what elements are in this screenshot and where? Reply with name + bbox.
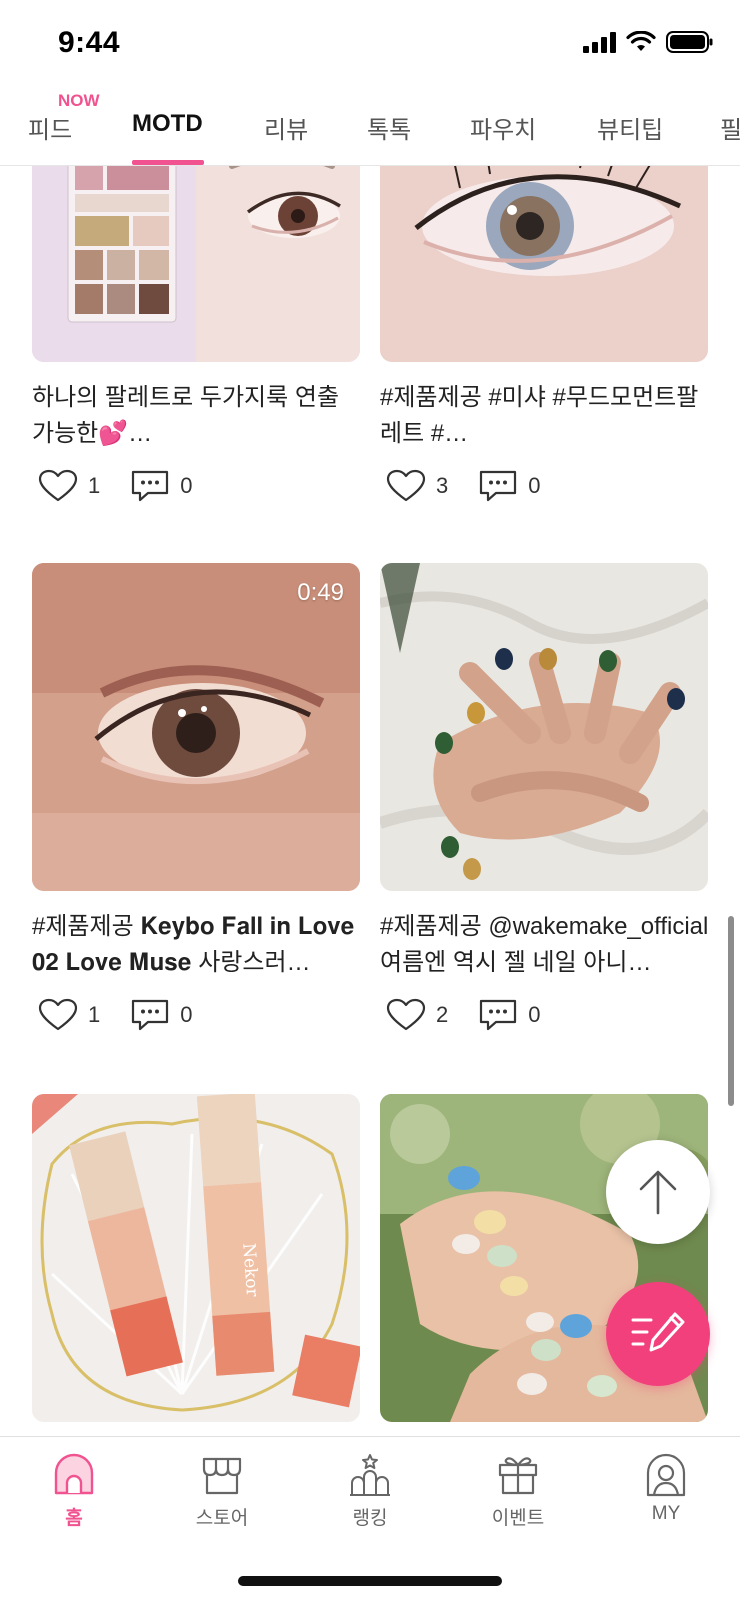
post-caption[interactable]: 하나의 팔레트로 두가지룩 연출 가능한💕…	[32, 380, 362, 452]
comment-icon	[480, 470, 517, 502]
heart-icon	[386, 469, 426, 502]
comment-icon	[132, 999, 169, 1031]
post-caption[interactable]: #제품제공 𝐊𝐞𝐲𝐛𝐨 𝐅𝐚𝐥𝐥 𝐢𝐧 𝐋𝐨𝐯𝐞 𝟎𝟐 𝐋𝐨𝐯𝐞 𝐌𝐮𝐬𝐞 사랑…	[32, 909, 362, 981]
tab-feed[interactable]: 피드	[28, 110, 72, 145]
heart-icon	[386, 998, 426, 1031]
comment-count: 0	[528, 473, 541, 498]
tab-review[interactable]: 리뷰	[264, 110, 308, 145]
status-time: 9:44	[58, 26, 121, 59]
comment-button[interactable]: 0	[130, 469, 193, 503]
home-icon	[54, 1453, 94, 1495]
store-icon	[202, 1457, 242, 1495]
comment-button[interactable]: 0	[130, 998, 193, 1032]
status-bar: 9:44	[0, 0, 740, 88]
arrow-up-icon	[639, 1170, 677, 1215]
post-stats: 1 0	[38, 466, 193, 506]
nav-item-store[interactable]: 스토어	[162, 1453, 282, 1530]
ranking-icon	[350, 1454, 390, 1496]
battery-icon	[666, 31, 713, 53]
like-count: 1	[88, 1002, 101, 1027]
comment-count: 0	[180, 1002, 193, 1027]
nav-label: MY	[651, 1503, 681, 1524]
gift-icon	[498, 1457, 538, 1495]
nav-item-event[interactable]: 이벤트	[458, 1453, 578, 1530]
post-caption[interactable]: #제품제공 @wakemake_official 여름엔 역시 젤 네일 아니…	[380, 909, 710, 981]
post-caption[interactable]: #제품제공 #미샤 #무드모먼트팔레트 #…	[380, 380, 710, 452]
scroll-to-top-button[interactable]	[606, 1140, 710, 1244]
heart-icon	[38, 998, 78, 1031]
comment-button[interactable]: 0	[478, 469, 541, 503]
nav-label: 홈	[65, 1508, 83, 1529]
like-button[interactable]: 2	[386, 998, 448, 1032]
like-button[interactable]: 3	[386, 469, 448, 503]
now-badge: NOW	[58, 91, 100, 110]
cellular-signal-icon	[583, 31, 616, 53]
nav-label: 랭킹	[352, 1508, 388, 1529]
nav-item-ranking[interactable]: 랭킹	[310, 1453, 430, 1530]
nav-label: 이벤트	[491, 1508, 545, 1529]
like-count: 2	[436, 1002, 449, 1027]
like-count: 1	[88, 473, 101, 498]
product-logo: Nekor	[238, 1242, 262, 1298]
profile-icon	[646, 1453, 686, 1497]
video-duration: 0:49	[297, 579, 344, 606]
active-tab-underline	[132, 160, 204, 165]
heart-icon	[38, 469, 78, 502]
comment-count: 0	[528, 1002, 541, 1027]
category-tabs: NOW 피드 MOTD 리뷰 톡톡 파우치 뷰티팁 필	[0, 88, 740, 166]
post-stats: 2 0	[386, 995, 541, 1035]
like-button[interactable]: 1	[38, 469, 100, 503]
nav-label: 스토어	[195, 1508, 249, 1529]
edit-list-icon	[631, 1312, 685, 1352]
tab-pouch[interactable]: 파우치	[470, 110, 536, 145]
home-indicator[interactable]	[238, 1576, 502, 1586]
comment-button[interactable]: 0	[478, 998, 541, 1032]
like-button[interactable]: 1	[38, 998, 100, 1032]
post-thumbnail[interactable]	[380, 563, 708, 891]
post-stats: 3 0	[386, 466, 541, 506]
tab-beauty-tip[interactable]: 뷰티팁	[597, 110, 663, 145]
write-post-button[interactable]	[606, 1282, 710, 1386]
tab-talk[interactable]: 톡톡	[367, 110, 411, 145]
post-stats: 1 0	[38, 995, 193, 1035]
scrollbar[interactable]	[728, 916, 734, 1106]
comment-icon	[480, 999, 517, 1031]
nav-item-my[interactable]: MY	[606, 1453, 726, 1525]
comment-count: 0	[180, 473, 193, 498]
comment-icon	[132, 470, 169, 502]
tab-more[interactable]: 필	[720, 110, 740, 145]
status-icons	[583, 30, 714, 54]
like-count: 3	[436, 473, 449, 498]
post-thumbnail[interactable]: 0:49	[32, 563, 360, 891]
tab-motd[interactable]: MOTD	[132, 110, 203, 138]
post-thumbnail[interactable]: Nekor	[32, 1094, 360, 1422]
nav-item-home[interactable]: 홈	[14, 1453, 134, 1530]
wifi-icon	[626, 31, 656, 51]
